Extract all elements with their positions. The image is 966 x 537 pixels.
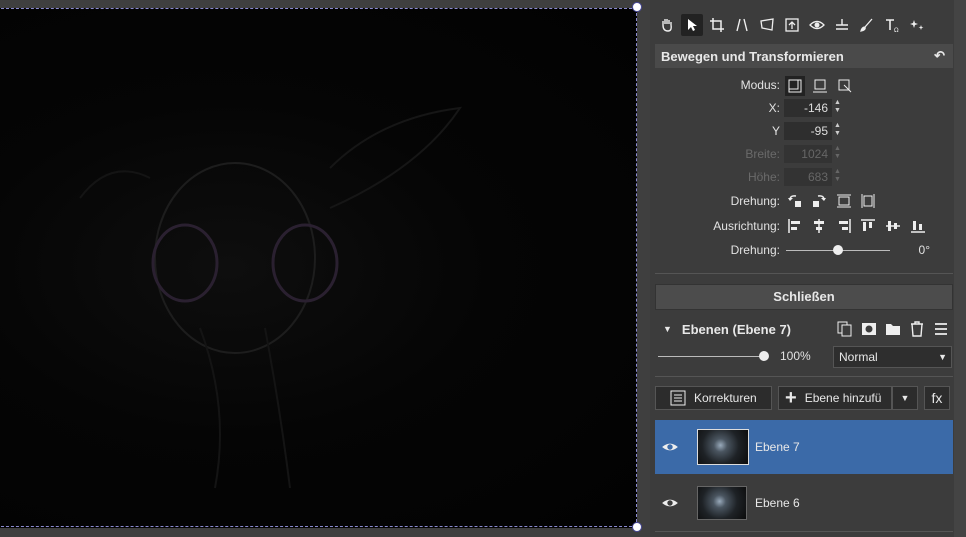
plus-icon: + (785, 387, 797, 409)
export-tool-icon[interactable] (781, 14, 803, 36)
drehung-label: Drehung: (730, 194, 780, 208)
ausrichtung-label: Ausrichtung: (713, 219, 780, 233)
align-center-icon[interactable] (809, 216, 829, 236)
eye-tool-icon[interactable] (806, 14, 828, 36)
selection-frame[interactable] (0, 8, 637, 527)
chevron-down-icon: ▼ (938, 352, 947, 362)
text-tool-icon[interactable]: Ω (881, 14, 903, 36)
y-spinner-icon[interactable]: ▲ ▼ (834, 122, 842, 140)
layers-header: ▼ Ebenen (Ebene 7) (655, 316, 953, 342)
layer-thumbnail (697, 486, 747, 520)
brush-tool-icon[interactable] (856, 14, 878, 36)
blend-mode-select[interactable]: Normal ▼ (833, 346, 952, 368)
layer-row[interactable]: Ebene 6 (655, 476, 953, 530)
layer-row[interactable]: Ebene 7 (655, 420, 953, 474)
chevron-down-icon: ▼ (900, 393, 910, 403)
y-row: Y -95 ▲ ▼ (650, 121, 966, 141)
menu-icon[interactable] (933, 321, 949, 342)
reset-icon[interactable]: ↶ (934, 48, 945, 64)
effects-tool-icon[interactable] (906, 14, 928, 36)
rotation-slider-row: Drehung: 0° (650, 240, 966, 260)
level-tool-icon[interactable] (831, 14, 853, 36)
y-label: Y (771, 124, 780, 138)
x-input[interactable]: -146 (784, 99, 832, 117)
flip-vertical-icon[interactable] (834, 191, 854, 211)
y-input[interactable]: -95 (784, 122, 832, 140)
breite-spinner-icon: ▲ ▼ (834, 145, 841, 160)
rotate-left-icon[interactable] (785, 191, 805, 211)
add-layer-dropdown[interactable]: ▼ (892, 386, 918, 410)
divider (655, 531, 953, 532)
mask-icon[interactable] (861, 321, 877, 342)
add-layer-button[interactable]: + Ebene hinzufü (778, 386, 892, 410)
section-title: Bewegen und Transformieren (661, 48, 844, 64)
transform-handle-bottom-right[interactable] (632, 522, 642, 532)
canvas-area[interactable] (0, 0, 650, 537)
crop-tool-icon[interactable] (706, 14, 728, 36)
layers-title: Ebenen (Ebene 7) (681, 321, 791, 337)
right-panel: Ω Bewegen und Transformieren ↶ Modus: X:… (650, 0, 966, 537)
align-right-icon[interactable] (834, 216, 854, 236)
duplicate-layer-icon[interactable] (837, 321, 853, 342)
hand-tool-icon[interactable] (656, 14, 678, 36)
mode-move-icon[interactable] (785, 76, 805, 96)
svg-text:Ω: Ω (894, 27, 899, 33)
opacity-slider-knob[interactable] (759, 351, 769, 361)
rotation-value: 0° (918, 243, 930, 257)
trash-icon[interactable] (909, 321, 925, 342)
layer-name: Ebene 6 (755, 496, 800, 510)
transform-handle-top-right[interactable] (632, 2, 642, 12)
rotation-label: Drehung: (730, 243, 780, 257)
rotate-right-icon[interactable] (809, 191, 829, 211)
layer-name: Ebene 7 (755, 440, 800, 454)
transform-section-header: Bewegen und Transformieren ↶ (655, 44, 953, 68)
ausrichtung-row: Ausrichtung: (650, 216, 966, 236)
perspective-tool-icon[interactable] (756, 14, 778, 36)
move-tool-icon[interactable] (681, 14, 703, 36)
korrekturen-button[interactable]: Korrekturen (655, 386, 772, 410)
x-spinner-icon[interactable]: ▲ ▼ (834, 99, 842, 117)
adjustments-icon (670, 390, 686, 406)
korrekturen-label: Korrekturen (694, 391, 757, 405)
mode-skew-icon[interactable] (835, 76, 855, 96)
modus-label: Modus: (740, 78, 780, 92)
add-layer-label: Ebene hinzufü (804, 391, 882, 405)
fx-label: fx (931, 390, 943, 406)
folder-icon[interactable] (885, 321, 901, 342)
collapse-triangle-icon[interactable]: ▼ (663, 324, 672, 334)
divider (655, 376, 953, 377)
fx-button[interactable]: fx (924, 386, 950, 410)
breite-input: 1024 (784, 145, 832, 163)
flip-horizontal-icon[interactable] (858, 191, 878, 211)
rotation-slider-knob[interactable] (833, 245, 843, 255)
x-label: X: (768, 101, 780, 115)
divider (655, 273, 953, 274)
hoehe-input: 683 (784, 168, 832, 186)
breite-label: Breite: (745, 147, 780, 161)
opacity-value: 100% (780, 349, 811, 363)
visibility-eye-icon[interactable] (661, 438, 679, 456)
visibility-eye-icon[interactable] (661, 494, 679, 512)
x-row: X: -146 ▲ ▼ (650, 98, 966, 118)
blend-mode-value: Normal (839, 350, 878, 364)
tool-bar: Ω (650, 10, 966, 40)
hoehe-spinner-icon: ▲ ▼ (834, 168, 841, 183)
drehung-row: Drehung: (650, 191, 966, 211)
align-bottom-icon[interactable] (908, 216, 928, 236)
hoehe-label: Höhe: (747, 170, 780, 184)
opacity-slider-track[interactable] (658, 356, 764, 357)
modus-row: Modus: (650, 76, 966, 96)
breite-row: Breite: 1024 ▲ ▼ (650, 144, 966, 164)
straighten-tool-icon[interactable] (731, 14, 753, 36)
layer-thumbnail (697, 429, 749, 465)
align-top-icon[interactable] (858, 216, 878, 236)
hoehe-row: Höhe: 683 ▲ ▼ (650, 167, 966, 187)
align-left-icon[interactable] (785, 216, 805, 236)
mode-scale-icon[interactable] (810, 76, 830, 96)
close-button[interactable]: Schließen (655, 284, 953, 310)
align-middle-icon[interactable] (883, 216, 903, 236)
